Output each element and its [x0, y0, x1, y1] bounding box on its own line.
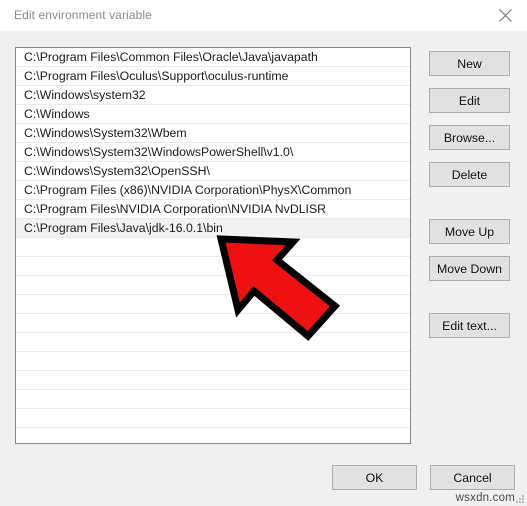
- list-item[interactable]: C:\Windows\System32\WindowsPowerShell\v1…: [16, 143, 410, 162]
- list-item-empty[interactable]: [16, 371, 410, 390]
- list-item-empty[interactable]: [16, 409, 410, 428]
- list-item-empty[interactable]: [16, 276, 410, 295]
- watermark-text: wsxdn.com: [455, 492, 515, 504]
- list-item-empty[interactable]: [16, 238, 410, 257]
- browse-button[interactable]: Browse...: [429, 125, 510, 150]
- resize-grip-icon: [516, 495, 524, 503]
- list-item-selected[interactable]: C:\Program Files\Java\jdk-16.0.1\bin: [16, 219, 410, 238]
- move-down-button[interactable]: Move Down: [429, 256, 510, 281]
- edit-button[interactable]: Edit: [429, 88, 510, 113]
- list-item[interactable]: C:\Program Files\Common Files\Oracle\Jav…: [16, 48, 410, 67]
- list-item[interactable]: C:\Program Files\Oculus\Support\oculus-r…: [16, 67, 410, 86]
- window-title: Edit environment variable: [14, 8, 152, 22]
- new-button[interactable]: New: [429, 51, 510, 76]
- delete-button[interactable]: Delete: [429, 162, 510, 187]
- title-bar: Edit environment variable: [0, 0, 527, 31]
- list-item-empty[interactable]: [16, 352, 410, 371]
- list-item[interactable]: C:\Windows\System32\Wbem: [16, 124, 410, 143]
- list-item[interactable]: C:\Windows\System32\OpenSSH\: [16, 162, 410, 181]
- dialog-body: C:\Program Files\Common Files\Oracle\Jav…: [0, 31, 527, 506]
- list-item[interactable]: C:\Program Files\NVIDIA Corporation\NVID…: [16, 200, 410, 219]
- list-item-empty[interactable]: [16, 257, 410, 276]
- edit-environment-variable-dialog: Edit environment variable C:\Program Fil…: [0, 0, 527, 506]
- list-item-empty[interactable]: [16, 295, 410, 314]
- path-list[interactable]: C:\Program Files\Common Files\Oracle\Jav…: [15, 47, 411, 444]
- list-item[interactable]: C:\Windows\system32: [16, 86, 410, 105]
- move-up-button[interactable]: Move Up: [429, 219, 510, 244]
- ok-button[interactable]: OK: [332, 465, 417, 490]
- list-item-empty[interactable]: [16, 314, 410, 333]
- list-item-empty[interactable]: [16, 390, 410, 409]
- list-item-empty[interactable]: [16, 333, 410, 352]
- edit-text-button[interactable]: Edit text...: [429, 313, 510, 338]
- list-item-empty[interactable]: [16, 428, 410, 443]
- cancel-button[interactable]: Cancel: [430, 465, 515, 490]
- close-icon[interactable]: [483, 0, 527, 31]
- list-item[interactable]: C:\Windows: [16, 105, 410, 124]
- list-item[interactable]: C:\Program Files (x86)\NVIDIA Corporatio…: [16, 181, 410, 200]
